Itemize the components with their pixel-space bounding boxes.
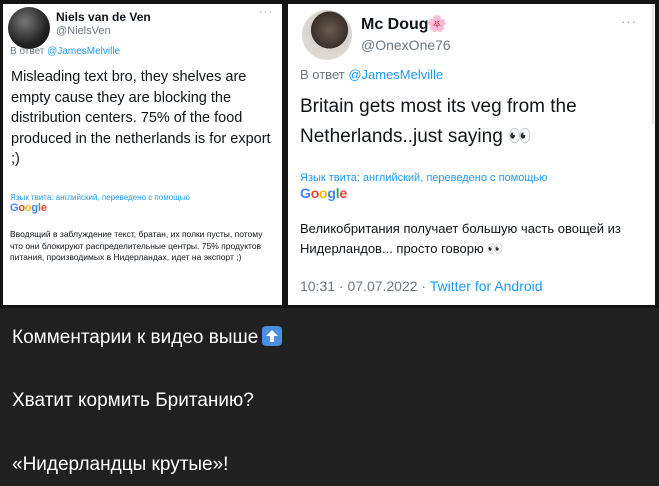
tweet-source-link[interactable]: Twitter for Android [430,278,543,294]
google-logo: Google [300,185,348,201]
reply-prefix: В ответ [10,46,48,57]
reply-handle-link[interactable]: @JamesMelville [47,46,120,57]
avatar[interactable] [302,10,352,60]
up-arrow-icon [262,326,283,346]
avatar[interactable] [8,7,50,49]
tweet-card-mcdoug[interactable]: Mc Doug 🌸 @OnexOne76 ··· В ответ @JamesM… [288,4,655,305]
caption-line: Комментарии к видео выше [12,326,283,349]
reply-context: В ответ @JamesMelville [300,67,443,82]
caption-text: «Нидерландцы крутые»! [12,454,229,475]
caption-text: Комментарии к видео выше [12,327,259,348]
caption-text: Хватит кормить Британию? [12,390,254,411]
more-options-icon[interactable]: ··· [621,14,637,29]
more-options-icon[interactable]: ··· [259,6,273,18]
scrollbar[interactable] [652,4,654,124]
translation-note[interactable]: Язык твита: английский, переведено с пом… [300,172,547,184]
translated-text: Вводящий в заблуждение текст, братан, их… [10,229,263,262]
tweet-text: Misleading text bro, they shelves are em… [11,69,271,167]
author-name[interactable]: Niels van de Ven [56,10,151,24]
reply-prefix: В ответ [300,67,349,82]
tweet-time[interactable]: 10:31 · 07.07.2022 · [300,278,430,294]
google-logo: Google [10,202,47,214]
author-handle[interactable]: @OnexOne76 [361,37,451,53]
screenshot-panel: Niels van de Ven @NielsVen ··· В ответ @… [0,0,659,308]
author-handle[interactable]: @NielsVen [56,25,111,37]
translated-text: Великобритания получает большую часть ов… [300,221,621,256]
author-name[interactable]: Mc Doug [361,16,429,34]
flower-icon: 🌸 [427,16,447,33]
tweet-meta: 10:31 · 07.07.2022 · Twitter for Android [300,278,543,294]
reply-handle-link[interactable]: @JamesMelville [348,67,443,82]
reply-context: В ответ @JamesMelville [10,46,120,57]
translation-note[interactable]: Язык твита: английский, переведено с пом… [10,193,190,202]
tweet-card-niels[interactable]: Niels van de Ven @NielsVen ··· В ответ @… [3,4,282,305]
tweet-text: Britain gets most its veg from the Nethe… [300,96,577,147]
